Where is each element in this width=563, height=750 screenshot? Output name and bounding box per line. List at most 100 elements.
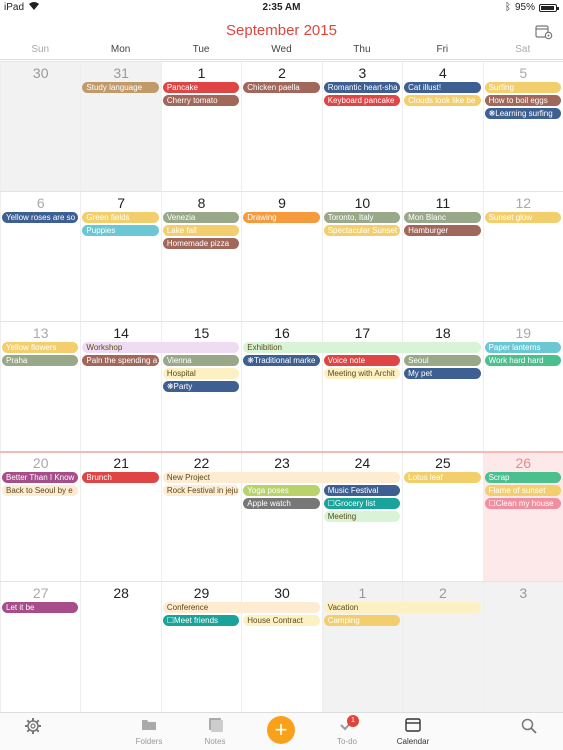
search-icon <box>499 717 559 735</box>
status-bar: iPad 2:35 AM ᛒ 95% <box>0 0 563 16</box>
calendar-event[interactable]: Vienna <box>162 355 240 366</box>
calendar-event[interactable]: Puppies <box>82 225 159 236</box>
calendar-event[interactable]: Spectacular Sunset <box>323 225 401 236</box>
event-label: Traditional marke <box>253 356 316 365</box>
calendar-event[interactable]: Conference <box>162 602 320 613</box>
month-title[interactable]: September 2015 <box>0 22 563 39</box>
calendar-event[interactable]: ❋Learning surfing <box>484 108 561 119</box>
calendar-event[interactable]: Cat illust! <box>404 82 481 93</box>
day-number: 17 <box>354 325 371 341</box>
calendar-event[interactable]: Apple watch <box>243 498 320 509</box>
calendar-event[interactable]: Paper lanterns <box>484 342 561 353</box>
calendar-event[interactable]: ❋Traditional marke <box>243 355 320 366</box>
calendar-event[interactable]: Keyboard pancake <box>323 95 401 106</box>
event-label: Apple watch <box>247 499 291 508</box>
tab-folders[interactable]: Folders <box>119 717 179 746</box>
calendar-event[interactable]: My pet <box>404 368 481 379</box>
month-grid: 30 31 1 2 3 4 5 6 7 8 9 10 11 12 13 14 15 16 17 18 19 20 21 22 2… <box>0 61 563 712</box>
calendar-event[interactable]: Meeting with Archit <box>323 368 401 379</box>
battery-percent: 95% <box>514 2 535 13</box>
calendar-event[interactable]: Hamburger <box>404 225 481 236</box>
calendar-event[interactable]: Venezia <box>162 212 240 223</box>
day-cell[interactable]: 3 <box>482 582 563 712</box>
calendar-event[interactable]: Toronto, Italy <box>323 212 401 223</box>
settings-tab[interactable] <box>3 717 63 737</box>
event-label: Lotus leaf <box>408 473 443 482</box>
calendar-event[interactable]: Vacation <box>323 602 481 613</box>
calendar-event[interactable]: Chicken paella <box>243 82 320 93</box>
event-label: Puppies <box>86 226 116 235</box>
calendar-event[interactable]: Mon Blanc <box>404 212 481 223</box>
calendar-event[interactable]: Homemade pizza <box>162 238 240 249</box>
calendar-event[interactable]: Yoga poses <box>243 485 320 496</box>
event-label: Brunch <box>86 473 112 482</box>
calendar-event[interactable]: Lotus leaf <box>404 472 481 483</box>
calendar-event[interactable]: Surfing <box>484 82 561 93</box>
search-tab[interactable] <box>499 717 559 737</box>
todo-badge: 1 <box>347 715 359 727</box>
day-cell[interactable]: 30 <box>0 62 81 192</box>
calendar-event[interactable]: Workshop <box>82 342 240 353</box>
calendar-icon <box>383 717 443 735</box>
calendar-event[interactable]: How to boil eggs <box>484 95 561 106</box>
calendar-event[interactable]: Camping <box>323 615 401 626</box>
day-number: 20 <box>32 455 49 471</box>
calendar-event[interactable]: Brunch <box>82 472 159 483</box>
calendar-event[interactable]: Drawing <box>243 212 320 223</box>
calendar-event[interactable]: Voice note <box>323 355 401 366</box>
calendar-event[interactable]: Praha <box>2 355 79 366</box>
calendar-event[interactable]: Clouds look like be <box>404 95 481 106</box>
calendar-event[interactable]: ☐Grocery list <box>323 498 401 509</box>
calendar-event[interactable]: ❋Party <box>162 381 240 392</box>
day-number: 29 <box>193 585 210 601</box>
calendar-event[interactable]: Meeting <box>323 511 401 522</box>
event-label: Meeting with Archit <box>327 369 395 378</box>
calendar-event[interactable]: Music Festival <box>323 485 401 496</box>
event-label: Rock Festival in jeju <box>166 486 238 495</box>
event-label: How to boil eggs <box>488 96 548 105</box>
calendar-event[interactable]: Lake fall <box>162 225 240 236</box>
add-button[interactable]: + <box>267 716 295 744</box>
day-number: 4 <box>438 65 447 81</box>
calendar-event[interactable]: Pancake <box>162 82 240 93</box>
event-label: Music Festival <box>327 486 379 495</box>
calendar-event[interactable]: Yellow flowers <box>2 342 79 353</box>
calendar-event[interactable]: Let it be <box>2 602 79 613</box>
calendar-event[interactable]: Scrap <box>484 472 561 483</box>
event-label: Workshop <box>86 343 123 352</box>
day-number: 25 <box>435 455 451 471</box>
calendar-event[interactable]: Sunset glow <box>484 212 561 223</box>
calendar-event[interactable]: Study language <box>82 82 159 93</box>
calendar-event[interactable]: Romantic heart-sha <box>323 82 401 93</box>
tab-calendar[interactable]: Calendar <box>383 717 443 746</box>
day-cell[interactable]: 28 <box>80 582 160 712</box>
calendar-event[interactable]: House Contract <box>243 615 320 626</box>
event-label: Keyboard pancake <box>327 96 395 105</box>
tab-notes-label: Notes <box>204 737 226 746</box>
calendar-event[interactable]: Flame of sunset <box>484 485 561 496</box>
event-label: Hospital <box>166 369 196 378</box>
calendar-event[interactable]: Yellow roses are so <box>2 212 79 223</box>
day-number: 5 <box>519 65 528 81</box>
calendar-event[interactable]: Paln the spending a <box>82 355 159 366</box>
calendar-event[interactable]: Cherry tomato <box>162 95 240 106</box>
calendar-event[interactable]: ☐Clean my house <box>484 498 561 509</box>
calendar-event[interactable]: Back to Seoul by e <box>2 485 79 496</box>
calendar-event[interactable]: Work hard hard <box>484 355 561 366</box>
calendar-event[interactable]: New Project <box>162 472 401 483</box>
calendar-event[interactable]: Better Than I Know <box>2 472 79 483</box>
calendar-event[interactable]: Rock Festival in jeju <box>162 485 240 496</box>
event-label: Romantic heart-sha <box>327 83 398 92</box>
calendar-event[interactable]: Seoul <box>404 355 481 366</box>
calendar-event[interactable]: ☐Meet friends <box>162 615 240 626</box>
calendar-event[interactable]: Exhibition <box>243 342 481 353</box>
calendar-event[interactable]: Hospital <box>162 368 240 379</box>
day-number: 3 <box>358 65 367 81</box>
tab-todo[interactable]: 1 To-do <box>317 715 377 746</box>
calendar-settings-icon[interactable] <box>535 24 553 40</box>
calendar-event[interactable]: Green fields <box>82 212 159 223</box>
day-number: 23 <box>274 455 290 471</box>
tab-notes[interactable]: Notes <box>185 717 245 746</box>
event-label: Chicken paella <box>247 83 300 92</box>
day-number: 31 <box>113 65 129 81</box>
